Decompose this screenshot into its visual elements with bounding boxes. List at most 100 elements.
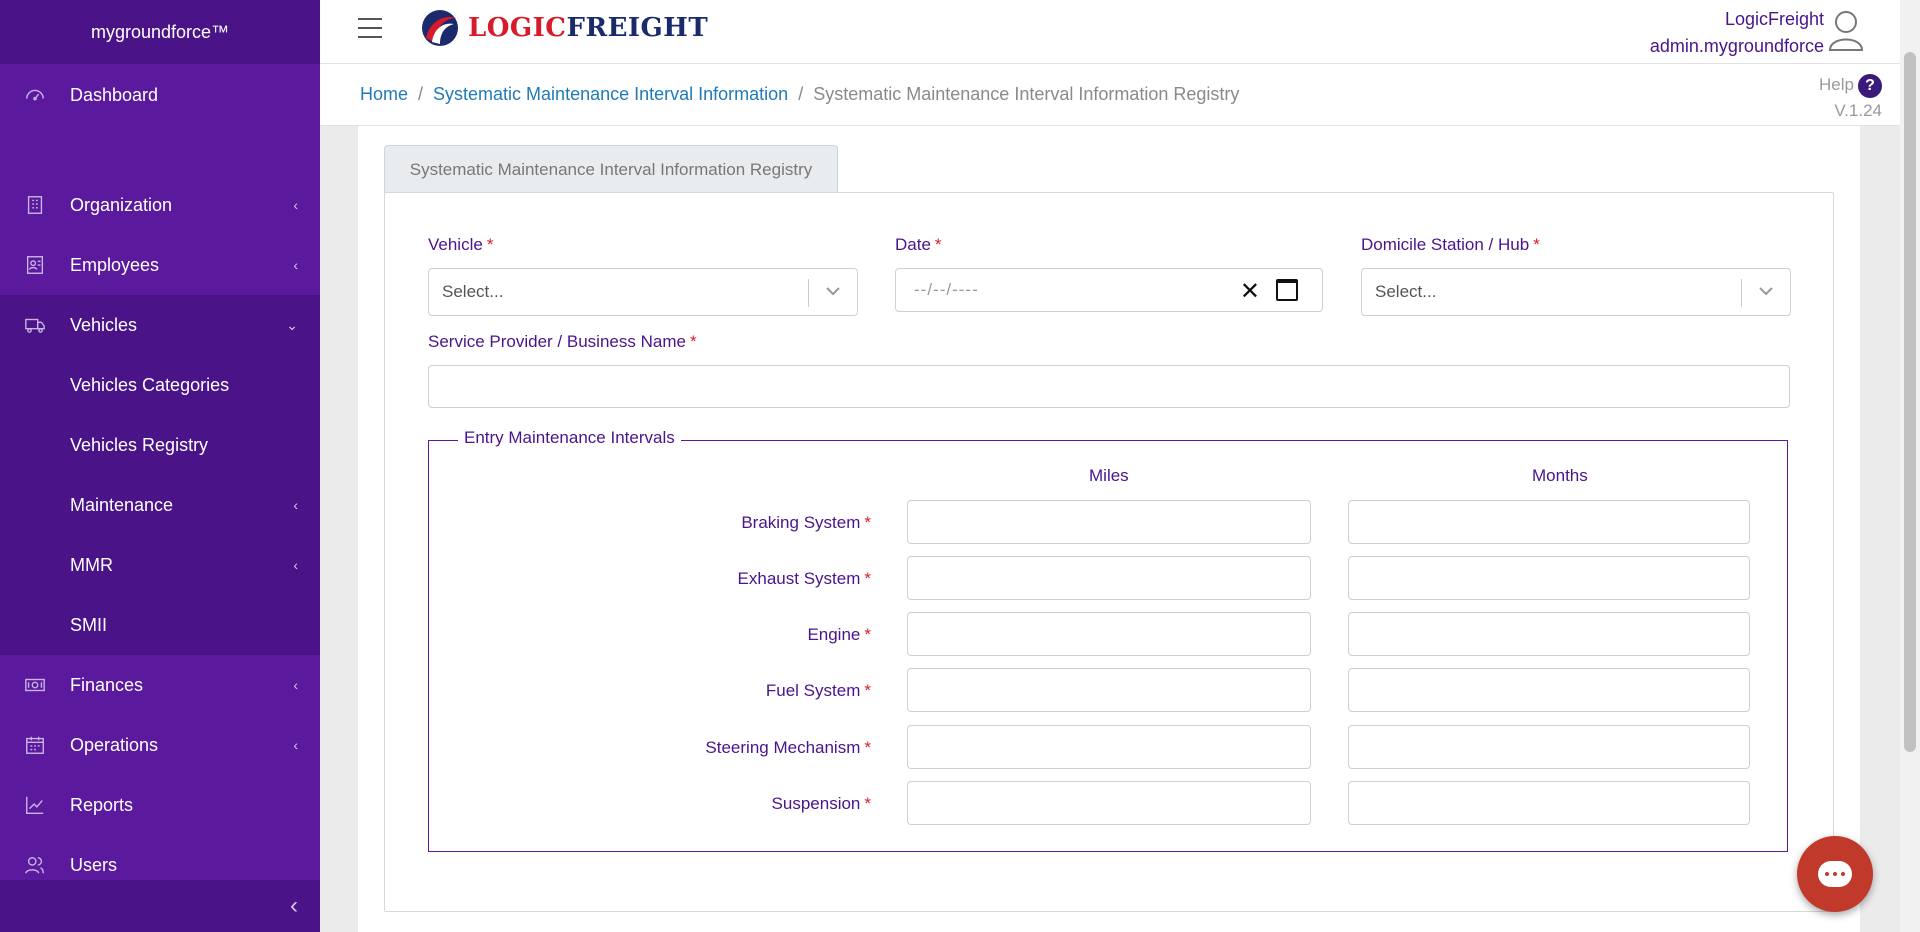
scrollbar[interactable] xyxy=(1900,0,1920,932)
engine-miles-input[interactable] xyxy=(907,612,1311,656)
avatar[interactable] xyxy=(1828,8,1864,52)
engine-months-input[interactable] xyxy=(1348,612,1750,656)
chevron-left-icon: ‹ xyxy=(293,737,298,753)
scrollbar-thumb[interactable] xyxy=(1904,52,1916,752)
sidebar-item-label: Maintenance xyxy=(70,494,174,515)
logo-text: LOGICFREIGHT xyxy=(468,13,709,43)
date-label: Date * xyxy=(895,235,942,254)
suspension-label: Suspension * xyxy=(771,794,871,813)
sidebar-item-label: Reports xyxy=(70,794,134,815)
months-column-header: Months xyxy=(1532,466,1588,485)
chevron-left-icon: ‹ xyxy=(293,557,298,573)
miles-column-header: Miles xyxy=(1089,466,1129,485)
hub-label: Domicile Station / Hub * xyxy=(1361,235,1540,254)
hamburger-menu-icon[interactable] xyxy=(358,18,382,40)
user-account: admin.mygroundforce xyxy=(1649,36,1824,56)
vehicle-select[interactable]: Select... xyxy=(428,268,858,316)
braking-system-label: Braking System * xyxy=(741,513,871,532)
sidebar-item-organization[interactable]: Organization ‹ xyxy=(0,175,320,235)
id-card-icon xyxy=(24,254,46,276)
exhaust-system-miles-input[interactable] xyxy=(907,556,1311,600)
sidebar-item-finances[interactable]: Finances ‹ xyxy=(0,655,320,715)
chat-bubble-icon xyxy=(1818,861,1852,887)
select-divider xyxy=(1741,279,1742,307)
braking-system-months-input[interactable] xyxy=(1348,500,1750,544)
select-divider xyxy=(808,279,809,307)
exhaust-system-months-input[interactable] xyxy=(1348,556,1750,600)
sidebar-item-label: Employees xyxy=(70,254,160,275)
suspension-miles-input[interactable] xyxy=(907,781,1311,825)
sidebar-item-label: Vehicles xyxy=(70,314,138,335)
hub-select[interactable]: Select... xyxy=(1361,268,1791,316)
truck-icon xyxy=(24,314,46,336)
users-icon xyxy=(24,854,46,876)
sidebar-item-label: Vehicles Registry xyxy=(70,434,209,455)
vehicle-label: Vehicle * xyxy=(428,235,494,254)
sidebar-item-label: Dashboard xyxy=(70,84,159,105)
intervals-legend: Entry Maintenance Intervals xyxy=(458,428,681,448)
breadcrumb-home[interactable]: Home xyxy=(360,84,408,105)
calendar-icon[interactable] xyxy=(1276,279,1298,301)
chevron-left-icon: ‹ xyxy=(293,197,298,213)
sidebar-item-operations[interactable]: Operations ‹ xyxy=(0,715,320,775)
fuel-system-months-input[interactable] xyxy=(1348,668,1750,712)
engine-label: Engine * xyxy=(807,625,871,644)
vehicle-select-placeholder: Select... xyxy=(442,282,504,301)
collapse-sidebar-icon[interactable]: ‹ xyxy=(290,892,298,920)
breadcrumb-current: Systematic Maintenance Interval Informat… xyxy=(813,84,1240,104)
braking-system-miles-input[interactable] xyxy=(907,500,1311,544)
steering-mechanism-miles-input[interactable] xyxy=(907,725,1311,769)
sidebar-brand: mygroundforce™ xyxy=(0,0,320,64)
chevron-down-icon[interactable] xyxy=(1756,281,1776,301)
sidebar-item-mmr[interactable]: MMR ‹ xyxy=(0,535,320,595)
fuel-system-label: Fuel System * xyxy=(765,681,871,700)
chevron-left-icon: ‹ xyxy=(293,497,298,513)
provider-input[interactable] xyxy=(428,365,1790,408)
tab-registry[interactable]: Systematic Maintenance Interval Informat… xyxy=(384,145,838,193)
sidebar-item-employees[interactable]: Employees ‹ xyxy=(0,235,320,295)
breadcrumb: Home / Systematic Maintenance Interval I… xyxy=(360,84,1239,105)
sidebar: mygroundforce™ Dashboard Organization ‹ … xyxy=(0,0,320,932)
chevron-left-icon: ‹ xyxy=(293,257,298,273)
sidebar-item-label: Operations xyxy=(70,734,159,755)
sidebar-item-smii[interactable]: SMII xyxy=(0,595,320,655)
suspension-months-input[interactable] xyxy=(1348,781,1750,825)
breadcrumb-separator: / xyxy=(418,84,424,104)
breadcrumb-bar: Home / Systematic Maintenance Interval I… xyxy=(320,64,1900,126)
sidebar-item-label: Organization xyxy=(70,194,173,215)
steering-mechanism-months-input[interactable] xyxy=(1348,725,1750,769)
sidebar-footer: ‹ xyxy=(0,880,320,932)
sidebar-item-label: SMII xyxy=(70,614,108,635)
date-input[interactable]: --/--/---- ✕ xyxy=(895,268,1323,312)
sidebar-item-dashboard[interactable]: Dashboard xyxy=(0,65,320,125)
logo-mark-icon xyxy=(420,8,460,48)
building-icon xyxy=(24,194,46,216)
exhaust-system-label: Exhaust System * xyxy=(737,569,871,588)
chart-icon xyxy=(24,794,46,816)
sidebar-item-vehicles-categories[interactable]: Vehicles Categories xyxy=(0,355,320,415)
sidebar-item-vehicles-registry[interactable]: Vehicles Registry xyxy=(0,415,320,475)
breadcrumb-parent[interactable]: Systematic Maintenance Interval Informat… xyxy=(433,84,788,105)
calendar-icon xyxy=(24,734,46,756)
sidebar-item-vehicles[interactable]: Vehicles ⌄ xyxy=(0,295,320,355)
logo: LOGICFREIGHT xyxy=(420,8,708,48)
steering-mechanism-label: Steering Mechanism * xyxy=(705,738,871,757)
user-name: LogicFreight xyxy=(1724,9,1824,29)
sidebar-item-maintenance[interactable]: Maintenance ‹ xyxy=(0,475,320,535)
help-block[interactable]: Help? V.1.24 xyxy=(1819,72,1882,124)
hub-select-placeholder: Select... xyxy=(1375,282,1437,301)
chevron-left-icon: ‹ xyxy=(293,677,298,693)
clear-date-icon[interactable]: ✕ xyxy=(1240,277,1260,306)
provider-label: Service Provider / Business Name * xyxy=(428,332,697,351)
help-icon[interactable]: ? xyxy=(1858,73,1882,98)
chevron-down-icon[interactable] xyxy=(823,281,843,301)
version-label: V.1.24 xyxy=(1834,101,1882,120)
help-label: Help xyxy=(1819,75,1854,94)
sidebar-item-reports[interactable]: Reports xyxy=(0,775,320,835)
fuel-system-miles-input[interactable] xyxy=(907,668,1311,712)
user-info[interactable]: LogicFreight admin.mygroundforce xyxy=(1650,6,1824,60)
money-icon xyxy=(24,674,46,696)
sidebar-item-label: Finances xyxy=(70,674,144,695)
date-placeholder: --/--/---- xyxy=(914,280,979,299)
chat-button[interactable] xyxy=(1797,836,1873,912)
